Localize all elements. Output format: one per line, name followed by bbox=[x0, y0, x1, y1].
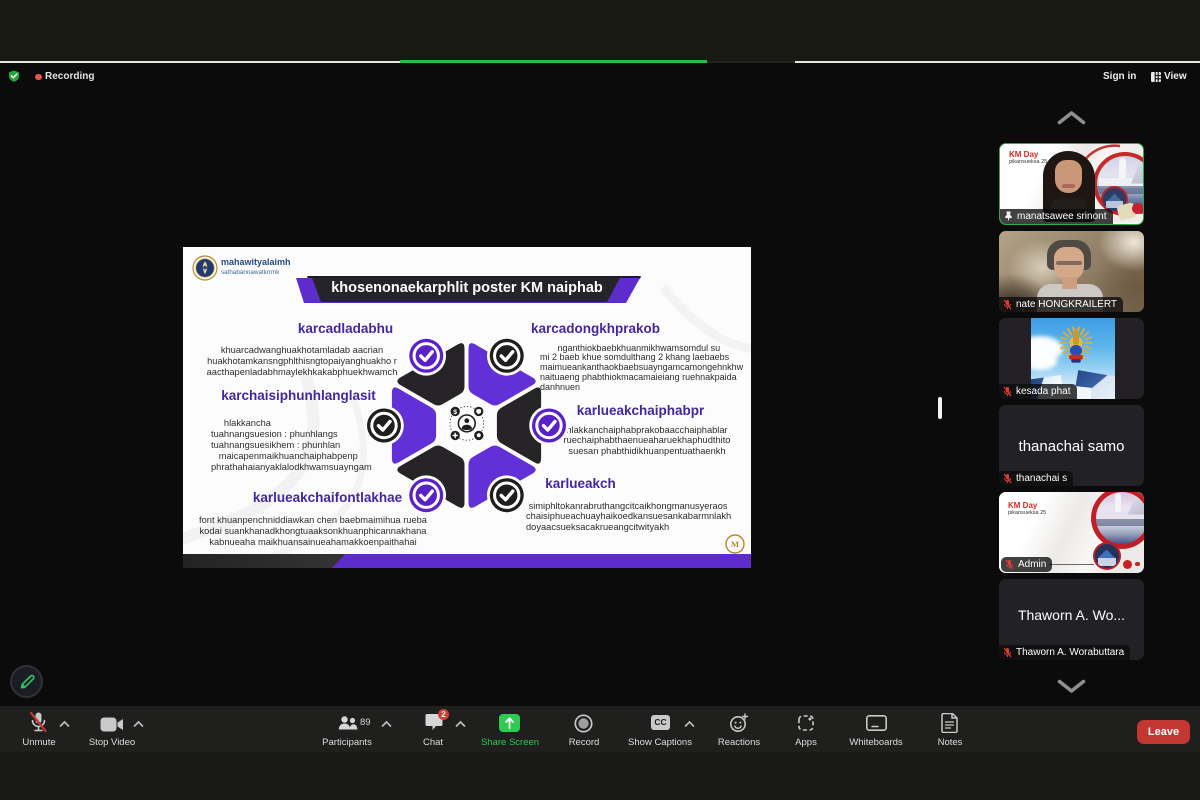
svg-text:$: $ bbox=[453, 409, 457, 416]
svg-text:M: M bbox=[731, 539, 739, 549]
